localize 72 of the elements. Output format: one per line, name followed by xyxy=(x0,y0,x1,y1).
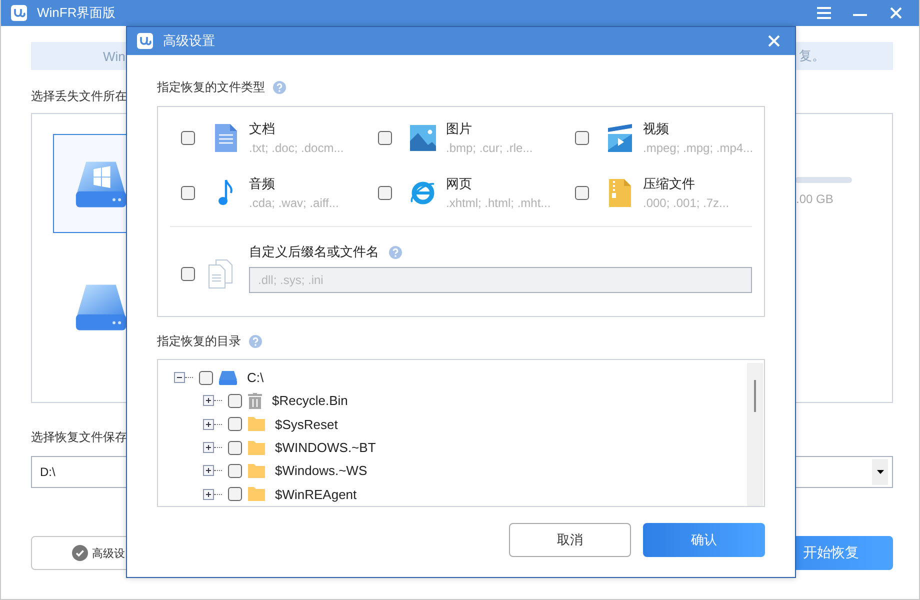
music-note-icon xyxy=(218,178,234,206)
file-type-name: 图片 xyxy=(446,120,473,138)
collapse-toggle[interactable] xyxy=(174,372,185,384)
custom-label: 自定义后缀名或文件名 xyxy=(249,243,379,261)
checkbox[interactable] xyxy=(575,130,589,144)
checkbox[interactable] xyxy=(575,186,589,200)
file-extensions: .000; .001; .7z... xyxy=(643,196,730,210)
file-type-name: 视频 xyxy=(643,120,670,138)
disk-size: .00 GB xyxy=(796,192,834,206)
section-label: 指定恢复的目录 xyxy=(157,333,241,350)
tree-item[interactable]: $WinREAgent xyxy=(275,486,357,502)
expand-toggle[interactable] xyxy=(203,465,214,476)
file-extensions: .txt; .doc; .docm... xyxy=(249,141,344,155)
browser-icon xyxy=(410,180,436,206)
checkbox[interactable] xyxy=(228,464,242,478)
folder-icon xyxy=(248,487,265,502)
document-icon xyxy=(215,124,237,152)
banner-text: Win xyxy=(103,48,126,64)
file-extensions: .cda; .wav; .aiff... xyxy=(249,196,339,210)
caret-icon xyxy=(876,470,884,474)
tree-item[interactable]: $SysReset xyxy=(275,416,338,432)
section-label: 选择丢失文件所在 xyxy=(31,88,128,105)
checkbox[interactable] xyxy=(181,267,195,281)
dropdown-button[interactable] xyxy=(872,459,888,485)
file-type-name: 网页 xyxy=(446,175,473,193)
check-circle-icon xyxy=(72,545,88,561)
app-logo-icon xyxy=(137,33,153,49)
tree-item[interactable]: $WINDOWS.~BT xyxy=(275,440,376,456)
dialog-title: 高级设置 xyxy=(163,32,216,50)
folder-icon xyxy=(248,464,265,478)
file-extensions: .bmp; .cur; .rle... xyxy=(446,141,533,155)
checkbox[interactable] xyxy=(228,487,242,502)
checkbox[interactable] xyxy=(228,417,242,432)
extension-input[interactable]: .dll; .sys; .ini xyxy=(249,267,752,293)
archive-icon xyxy=(609,178,631,206)
close-icon[interactable] xyxy=(768,35,780,47)
usage-bar xyxy=(795,177,852,183)
file-type-name: 文档 xyxy=(249,120,276,138)
expand-toggle[interactable] xyxy=(203,418,214,430)
checkbox[interactable] xyxy=(181,186,195,200)
window-title: WinFR界面版 xyxy=(37,4,117,22)
checkbox[interactable] xyxy=(228,394,242,408)
tree-item[interactable]: $Windows.~WS xyxy=(275,463,368,478)
checkbox[interactable] xyxy=(199,370,213,385)
menu-icon[interactable] xyxy=(817,7,831,19)
tree-item[interactable]: C:\ xyxy=(247,370,264,386)
close-icon[interactable] xyxy=(890,7,902,19)
banner-text: 复。 xyxy=(799,47,825,65)
folder-icon xyxy=(248,440,265,455)
expand-toggle[interactable] xyxy=(203,395,214,406)
checkbox[interactable] xyxy=(228,440,242,455)
image-icon xyxy=(410,124,436,150)
drive-card[interactable] xyxy=(53,134,127,233)
checkbox[interactable] xyxy=(378,130,392,144)
folder-icon xyxy=(248,417,265,432)
file-type-name: 压缩文件 xyxy=(643,175,696,193)
file-extensions: .mpeg; .mpg; .mp4... xyxy=(643,141,754,155)
checkbox[interactable] xyxy=(181,130,195,144)
cancel-button[interactable]: 取消 xyxy=(509,523,631,557)
section-label: 指定恢复的文件类型 xyxy=(157,79,265,96)
trash-icon xyxy=(248,392,262,409)
checkbox[interactable] xyxy=(378,186,392,200)
expand-toggle[interactable] xyxy=(203,488,214,500)
scrollbar[interactable] xyxy=(747,363,763,506)
file-extensions: .xhtml; .html; .mht... xyxy=(446,196,551,210)
drive-icon xyxy=(219,370,237,385)
app-logo-icon xyxy=(11,5,27,21)
file-type-name: 音频 xyxy=(249,175,276,193)
expand-toggle[interactable] xyxy=(203,442,214,454)
video-icon xyxy=(608,124,632,152)
tree-item[interactable]: $Recycle.Bin xyxy=(272,393,348,408)
section-label: 选择恢复文件保存 xyxy=(31,429,128,446)
